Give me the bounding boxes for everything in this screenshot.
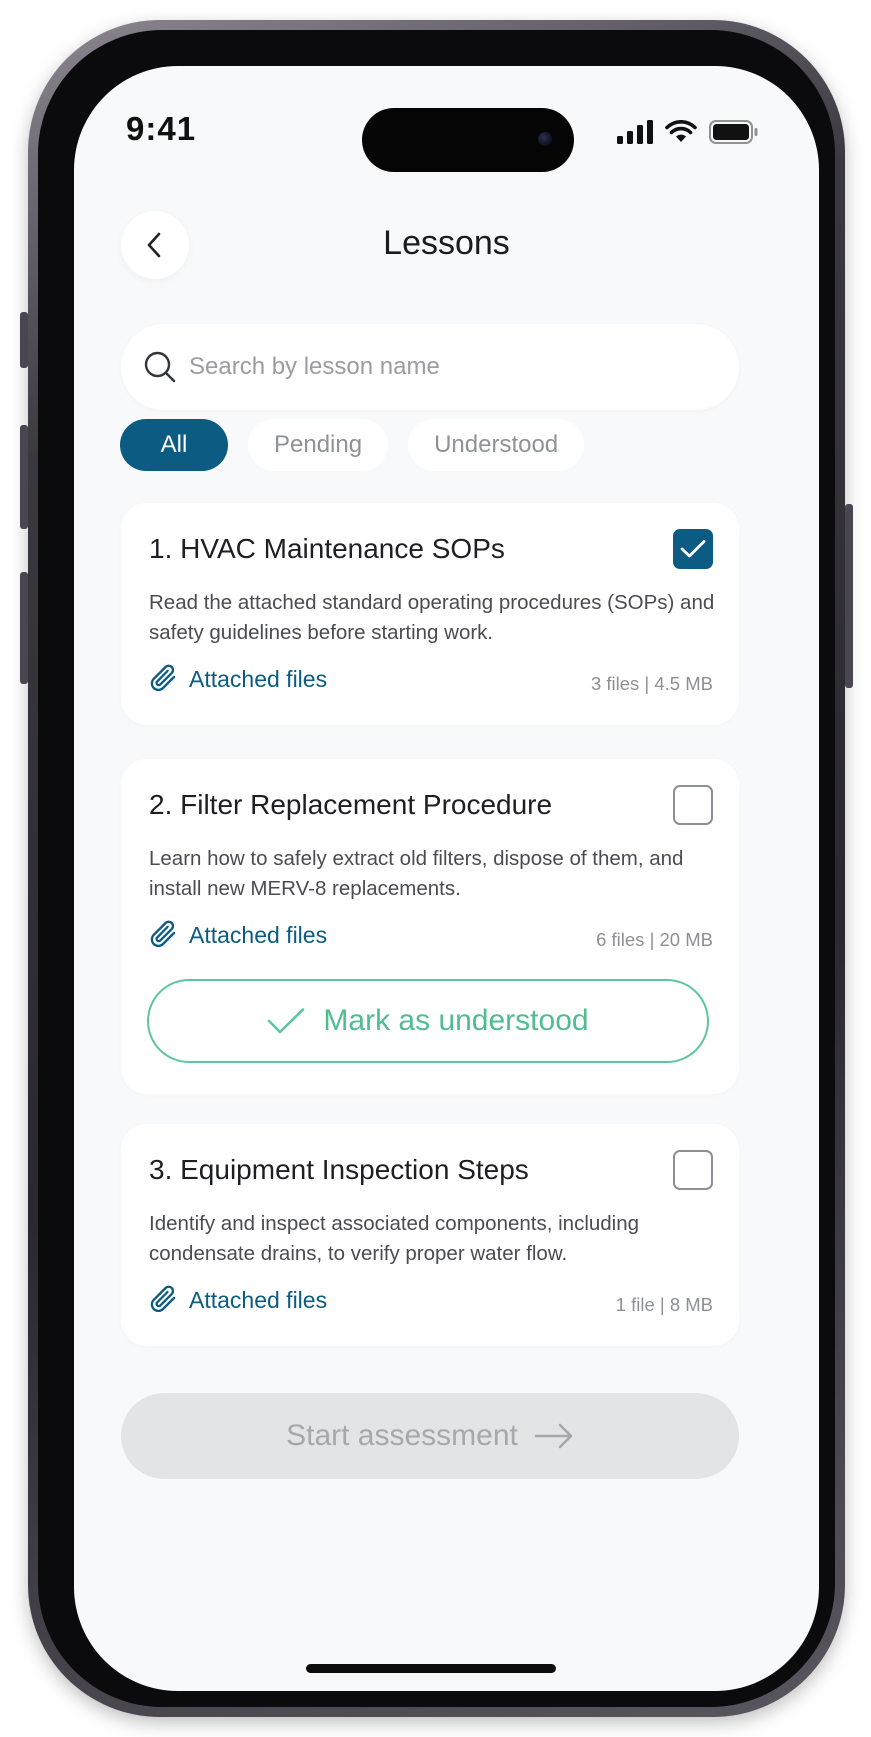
lesson-description: Learn how to safely extract old filters,… — [149, 847, 684, 900]
lesson-card-2: 2. Filter Replacement Procedure Learn ho… — [121, 759, 739, 1094]
app-screen: 9:41 Lessons Search by lesson name All P… — [74, 66, 819, 1691]
wifi-icon — [665, 120, 697, 149]
paperclip-icon — [150, 1285, 176, 1312]
tab-all[interactable]: All — [120, 419, 228, 471]
filter-tabs: All Pending Understood — [120, 419, 585, 471]
search-bar[interactable] — [121, 324, 739, 410]
search-icon — [143, 350, 177, 384]
arrow-right-icon — [534, 1423, 573, 1449]
lesson-checkbox[interactable] — [673, 785, 713, 825]
paperclip-icon — [150, 920, 176, 947]
start-assessment-button[interactable]: Start assessment — [121, 1393, 739, 1479]
attached-files-label: Attached files — [189, 921, 328, 948]
status-icons — [617, 120, 759, 149]
tab-understood[interactable]: Understood — [408, 419, 585, 471]
page-title: Lessons — [383, 224, 510, 262]
lesson-title: 1. HVAC Maintenance SOPs — [149, 533, 505, 564]
search-input[interactable] — [187, 352, 691, 382]
action-button — [20, 312, 28, 368]
lesson-checkbox[interactable] — [673, 529, 713, 569]
attached-files-label: Attached files — [189, 1286, 328, 1313]
files-meta: 1 file | 8 MB — [615, 1294, 713, 1315]
check-icon — [680, 540, 706, 558]
start-assessment-label: Start assessment — [286, 1419, 518, 1452]
paperclip-icon — [150, 664, 176, 691]
lesson-description: Identify and inspect associated componen… — [149, 1212, 640, 1265]
volume-up-button — [20, 425, 28, 529]
tab-pending[interactable]: Pending — [248, 419, 389, 471]
mark-as-understood-button[interactable]: Mark as understood — [147, 979, 709, 1063]
lesson-description: Read the attached standard operating pro… — [149, 591, 715, 644]
attached-files-link[interactable]: Attached files — [147, 919, 327, 951]
lesson-checkbox[interactable] — [673, 1150, 713, 1190]
lesson-card-3: 3. Equipment Inspection Steps Identify a… — [121, 1124, 739, 1346]
files-meta: 6 files | 20 MB — [596, 929, 713, 950]
lesson-title: 2. Filter Replacement Procedure — [149, 789, 553, 820]
attached-files-label: Attached files — [189, 665, 328, 692]
battery-icon — [709, 120, 759, 149]
lesson-title: 3. Equipment Inspection Steps — [149, 1154, 529, 1185]
dynamic-island — [362, 108, 574, 172]
attached-files-link[interactable]: Attached files — [147, 1284, 327, 1316]
lesson-card-1: 1. HVAC Maintenance SOPs Read the attach… — [121, 503, 739, 725]
status-time: 9:41 — [126, 110, 197, 147]
signal-icon — [617, 120, 653, 149]
attached-files-link[interactable]: Attached files — [147, 663, 327, 695]
mark-as-understood-label: Mark as understood — [323, 1004, 589, 1037]
files-meta: 3 files | 4.5 MB — [590, 673, 713, 694]
volume-down-button — [20, 572, 28, 684]
check-icon — [268, 1008, 305, 1034]
power-button — [845, 504, 853, 688]
home-indicator — [306, 1664, 556, 1673]
camera-icon — [538, 132, 552, 146]
phone-bezel: 9:41 Lessons Search by lesson name All P… — [38, 30, 835, 1707]
phone-frame: 9:41 Lessons Search by lesson name All P… — [20, 20, 853, 1717]
